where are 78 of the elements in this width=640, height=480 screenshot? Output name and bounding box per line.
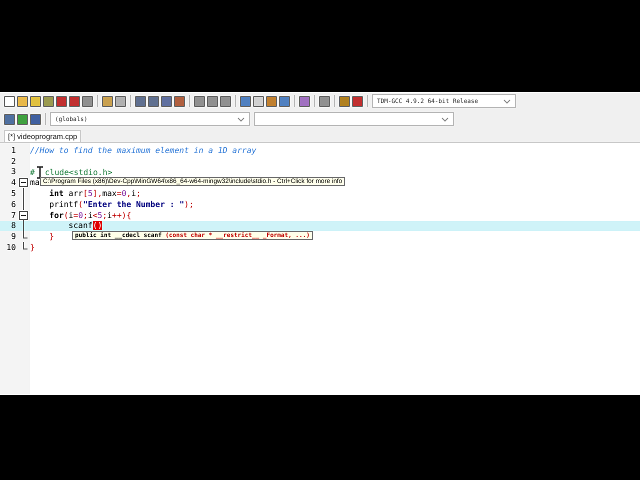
code-token: ,	[126, 189, 132, 198]
code-token: arr	[68, 189, 83, 198]
toolbar-icon[interactable]	[17, 96, 28, 106]
toolbar-icon[interactable]	[115, 96, 126, 106]
code-token: }	[48, 232, 54, 242]
code-token: ;	[83, 210, 88, 220]
code-token: i	[88, 210, 93, 220]
toolbar-icon[interactable]	[30, 96, 41, 106]
chevron-icon	[237, 116, 245, 122]
line-number: 4	[10, 178, 16, 188]
code-token: printf	[48, 200, 78, 209]
toolbar-icon[interactable]	[161, 96, 172, 106]
toolbar-icon[interactable]	[352, 96, 363, 106]
toolbar-icon[interactable]	[148, 96, 159, 106]
line-number: 2	[10, 156, 16, 166]
toolbar-icon[interactable]	[102, 96, 113, 106]
code-token: <	[92, 210, 98, 220]
line-number: 8	[10, 221, 16, 230]
code-token: ;	[136, 189, 141, 198]
line-number: 10	[5, 243, 16, 252]
code-token: scanf	[68, 221, 93, 230]
line-number: 5	[10, 189, 16, 198]
code-token: max	[102, 189, 117, 198]
code-token: #	[30, 168, 35, 176]
code-token: clude<stdio.h>	[44, 168, 112, 176]
code-token: "Enter the Number : "	[83, 200, 184, 209]
chevron-icon	[441, 116, 449, 122]
chevron-icon	[503, 98, 511, 104]
code-token: ()	[92, 221, 102, 230]
toolbar-icon[interactable]	[220, 96, 231, 106]
toolbar-icon[interactable]	[30, 114, 41, 124]
toolbar-icon[interactable]	[240, 96, 251, 106]
code-token: 5	[98, 210, 102, 220]
code-token: (	[64, 210, 69, 220]
toolbar-icon[interactable]	[82, 96, 93, 106]
toolbar-icon[interactable]	[207, 96, 218, 106]
toolbar-icon[interactable]	[4, 114, 15, 124]
fold-icon[interactable]	[18, 178, 28, 188]
code-token: i	[68, 210, 74, 220]
fold-icon[interactable]	[18, 210, 28, 220]
toolbar-icon[interactable]	[194, 96, 205, 106]
toolbar-icon[interactable]	[56, 96, 67, 106]
line-number: 1	[10, 146, 16, 155]
code-token: }	[30, 243, 35, 252]
toolbar-icon[interactable]	[319, 96, 330, 106]
toolbar-icon[interactable]	[17, 114, 28, 124]
toolbar-icon[interactable]	[339, 96, 350, 106]
code-token: for	[48, 210, 64, 220]
code-token: =	[73, 210, 78, 220]
line-number: 7	[10, 210, 16, 220]
code-token: ]	[92, 189, 98, 198]
toolbar-icon[interactable]	[4, 96, 15, 106]
code-token: ma	[30, 178, 40, 188]
toolbar-icon[interactable]	[266, 96, 277, 106]
code-token: ,	[97, 189, 102, 198]
line-number: 6	[10, 200, 16, 209]
line-number: 9	[10, 232, 16, 242]
code-token: 0	[122, 189, 126, 198]
toolbar-icon[interactable]	[174, 96, 185, 106]
toolbar-icon[interactable]	[69, 96, 80, 106]
code-token: i	[131, 189, 136, 198]
code-token: 5	[88, 189, 93, 198]
code-token: =	[116, 189, 122, 198]
code-token: [	[82, 189, 88, 198]
code-token: );	[184, 200, 194, 209]
code-token: ;	[102, 210, 108, 220]
code-token: i	[107, 210, 112, 220]
code-token: int	[48, 189, 64, 198]
toolbar-icon[interactable]	[253, 96, 264, 106]
line-number: 3	[10, 167, 16, 176]
toolbar-icon[interactable]	[299, 96, 310, 106]
code-token: 0	[78, 210, 84, 220]
code-token: (	[78, 200, 83, 209]
toolbar-icon[interactable]	[43, 96, 54, 106]
code-token: //How to find the maximum element in a 1D array	[30, 146, 256, 155]
toolbar-icon[interactable]	[135, 96, 146, 106]
toolbar-icon[interactable]	[279, 96, 290, 106]
code-token: ++){	[112, 210, 132, 220]
